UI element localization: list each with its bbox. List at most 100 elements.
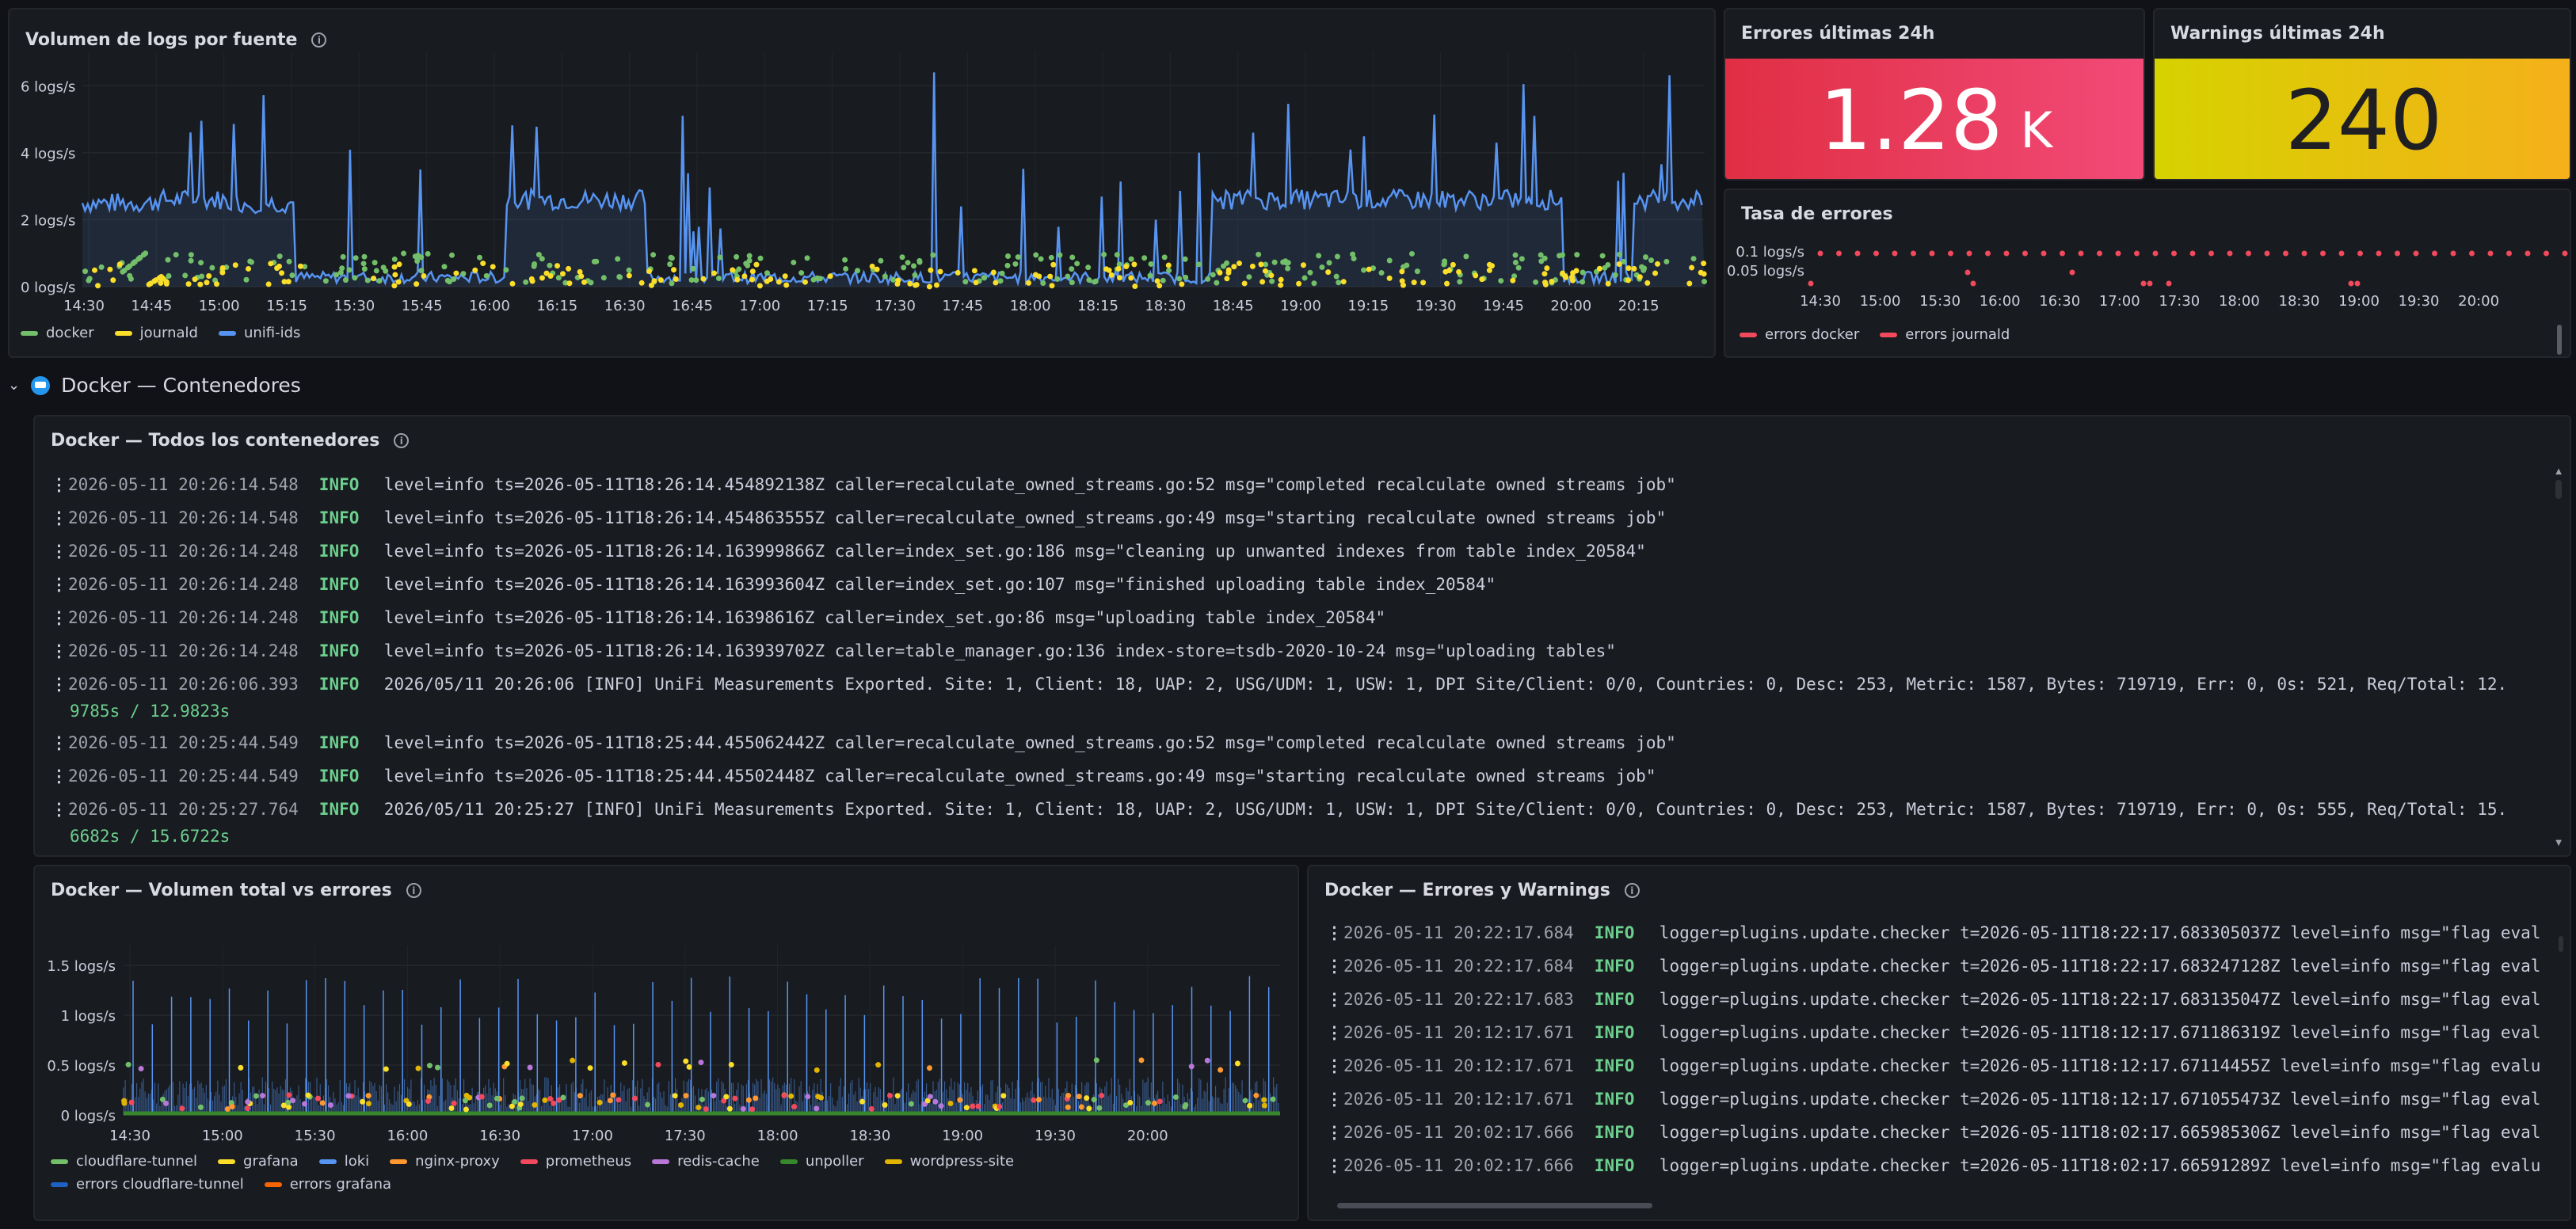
legend-item[interactable]: cloudflare-tunnel	[51, 1153, 197, 1170]
point-container	[621, 1060, 627, 1066]
point-container	[781, 1092, 787, 1098]
legend-swatch	[1740, 332, 1757, 337]
log-row[interactable]: ⋮2026-05-11 20:12:17.671 INFO logger=plugi…	[1326, 1056, 2540, 1075]
legend-item[interactable]: docker	[21, 325, 94, 341]
legend-item[interactable]: unpoller	[779, 1153, 864, 1170]
point-journald	[395, 279, 402, 285]
x-tick-label: 18:15	[1077, 298, 1118, 314]
horizontal-scrollbar[interactable]	[1337, 1203, 1652, 1208]
point-errors-docker	[2060, 250, 2065, 257]
log-row[interactable]: ⋮2026-05-11 20:26:14.248 INFO level=info t…	[51, 608, 1385, 627]
point-container	[1031, 1097, 1037, 1103]
row-menu-icon[interactable]: ⋮	[51, 641, 68, 660]
scrollbar[interactable]	[2555, 480, 2562, 499]
row-menu-icon[interactable]: ⋮	[1326, 957, 1343, 976]
log-row[interactable]: ⋮2026-05-11 20:02:17.666 INFO logger=plugi…	[1326, 1156, 2540, 1175]
row-menu-icon[interactable]: ⋮	[1326, 1056, 1343, 1075]
point-container	[360, 1098, 366, 1105]
legend-item[interactable]: redis-cache	[652, 1153, 760, 1170]
row-header[interactable]: ⌄ Docker — Contenedores	[8, 374, 301, 397]
point-journald	[391, 264, 398, 270]
row-menu-icon[interactable]: ⋮	[1326, 1123, 1343, 1142]
point-docker	[999, 270, 1005, 276]
row-menu-icon[interactable]: ⋮	[51, 508, 68, 527]
docker-all-logs-panel: Docker — Todos los contenedores i ⋮2026-0…	[33, 415, 2571, 857]
point-container	[749, 1106, 756, 1113]
row-menu-icon[interactable]: ⋮	[51, 608, 68, 627]
log-row[interactable]: ⋮2026-05-11 20:12:17.671 INFO logger=plugi…	[1326, 1023, 2540, 1042]
log-row[interactable]: ⋮2026-05-11 20:02:17.666 INFO logger=plugi…	[1326, 1123, 2540, 1142]
legend-item[interactable]: nginx-proxy	[390, 1153, 500, 1170]
log-message: level=info ts=2026-05-11T18:25:44.455024…	[383, 767, 1656, 786]
row-menu-icon[interactable]: ⋮	[1326, 1090, 1343, 1109]
log-row[interactable]: ⋮2026-05-11 20:25:27.764 INFO 2026/05/11 2…	[51, 800, 2507, 819]
row-menu-icon[interactable]: ⋮	[51, 542, 68, 561]
legend-item[interactable]: errors cloudflare-tunnel	[51, 1176, 244, 1193]
point-journald	[219, 269, 226, 276]
log-row[interactable]: ⋮2026-05-11 20:26:14.548 INFO level=info t…	[51, 475, 1676, 494]
log-row[interactable]: ⋮2026-05-11 20:26:14.248 INFO level=info t…	[51, 542, 1646, 561]
log-row[interactable]: ⋮2026-05-11 20:25:44.549 INFO level=info t…	[51, 733, 1676, 752]
row-menu-icon[interactable]: ⋮	[51, 575, 68, 594]
row-menu-icon[interactable]: ⋮	[51, 475, 68, 494]
point-journald	[490, 264, 496, 270]
log-row[interactable]: ⋮2026-05-11 20:12:17.671 INFO logger=plugi…	[1326, 1090, 2540, 1109]
legend-item[interactable]: grafana	[218, 1153, 299, 1170]
legend-item[interactable]: journald	[114, 325, 198, 341]
log-row[interactable]: ⋮2026-05-11 20:22:17.684 INFO logger=plugi…	[1326, 957, 2540, 976]
legend-item[interactable]: prometheus	[520, 1153, 631, 1170]
scroll-down-icon[interactable]: ▼	[2555, 839, 2562, 847]
point-journald	[214, 281, 220, 287]
chevron-down-icon[interactable]: ⌄	[8, 377, 20, 394]
point-journald	[1262, 268, 1268, 274]
point-errors-docker	[2301, 250, 2307, 257]
legend-item[interactable]: errors journald	[1880, 326, 2010, 343]
log-row[interactable]: ⋮2026-05-11 20:25:44.549 INFO level=info t…	[51, 767, 1656, 786]
x-tick-label: 20:00	[2458, 293, 2499, 310]
info-icon[interactable]: i	[394, 433, 410, 448]
log-row[interactable]: ⋮2026-05-11 20:22:17.684 INFO logger=plugi…	[1326, 923, 2540, 942]
legend-item[interactable]: wordpress-site	[884, 1153, 1014, 1170]
point-journald	[185, 281, 192, 287]
legend-item[interactable]: errors docker	[1740, 326, 1859, 343]
log-row[interactable]: ⋮2026-05-11 20:26:14.548 INFO level=info t…	[51, 508, 1666, 527]
row-menu-icon[interactable]: ⋮	[51, 767, 68, 786]
point-journald	[279, 270, 285, 276]
row-menu-icon[interactable]: ⋮	[1326, 1156, 1343, 1175]
row-menu-icon[interactable]: ⋮	[51, 800, 68, 819]
row-menu-icon[interactable]: ⋮	[1326, 1023, 1343, 1042]
log-row[interactable]: ⋮2026-05-11 20:26:06.393 INFO 2026/05/11 2…	[51, 675, 2507, 694]
point-container	[128, 1099, 135, 1105]
row-menu-icon[interactable]: ⋮	[1326, 990, 1343, 1009]
point-container	[938, 1103, 944, 1109]
point-journald	[413, 281, 420, 287]
point-container	[996, 1103, 1003, 1109]
point-journald	[246, 265, 252, 272]
log-row[interactable]: ⋮2026-05-11 20:22:17.683 INFO logger=plugi…	[1326, 990, 2540, 1009]
point-docker	[1271, 259, 1278, 265]
point-container	[415, 1065, 421, 1071]
x-tick-label: 17:30	[2159, 293, 2200, 310]
point-docker	[1663, 258, 1670, 264]
x-tick-label: 18:00	[1010, 298, 1051, 314]
point-journald	[657, 277, 664, 283]
point-docker	[361, 253, 368, 260]
log-row[interactable]: ⋮2026-05-11 20:26:14.248 INFO level=info t…	[51, 641, 1616, 660]
log-message: 2026/05/11 20:25:27 [INFO] UniFi Measure…	[383, 800, 2508, 819]
legend-item[interactable]: loki	[318, 1153, 369, 1170]
row-menu-icon[interactable]: ⋮	[1326, 923, 1343, 942]
row-menu-icon[interactable]: ⋮	[51, 733, 68, 752]
scroll-up-icon[interactable]: ▲	[2555, 467, 2562, 476]
warnings-stat-value: 240	[2155, 59, 2570, 179]
legend-item[interactable]: unifi-ids	[218, 325, 300, 341]
scrollbar[interactable]	[2557, 325, 2562, 355]
log-row[interactable]: ⋮2026-05-11 20:26:14.248 INFO level=info t…	[51, 575, 1496, 594]
info-icon[interactable]: i	[1624, 883, 1640, 898]
point-docker	[791, 259, 797, 265]
legend-item[interactable]: errors grafana	[264, 1176, 391, 1193]
scrollbar[interactable]	[2559, 936, 2563, 952]
point-journald	[1450, 261, 1456, 268]
row-menu-icon[interactable]: ⋮	[51, 675, 68, 694]
point-docker	[1141, 255, 1148, 261]
point-container	[908, 1101, 914, 1107]
